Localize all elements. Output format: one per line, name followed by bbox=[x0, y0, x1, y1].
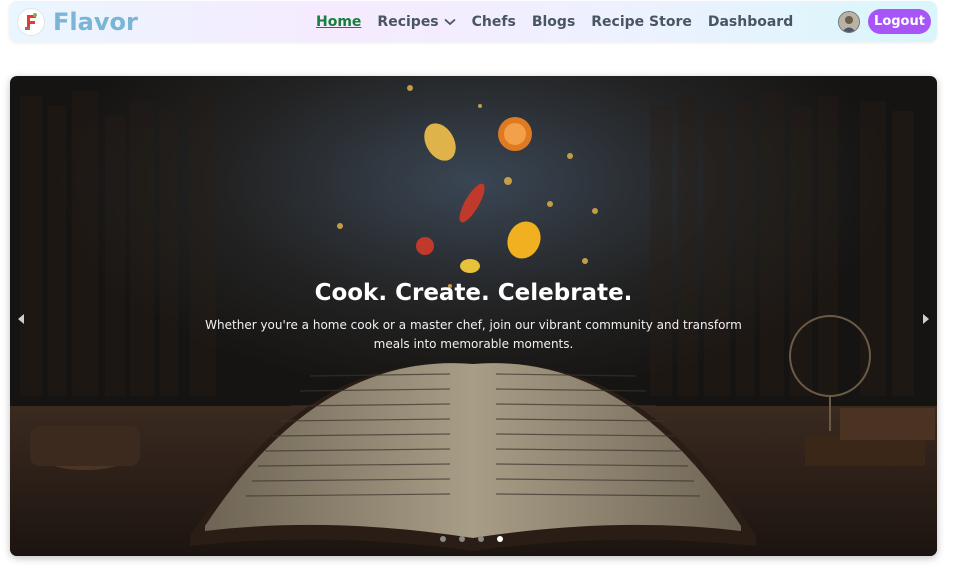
carousel-dot-2[interactable] bbox=[459, 536, 465, 542]
navbar: Flavor Home Recipes Chefs Blogs Recipe S… bbox=[9, 1, 937, 42]
carousel-indicators bbox=[440, 536, 516, 542]
nav-recipe-store-link[interactable]: Recipe Store bbox=[591, 14, 692, 30]
arrow-right-icon[interactable] bbox=[921, 313, 931, 325]
chevron-down-icon bbox=[444, 18, 456, 26]
user-avatar[interactable] bbox=[838, 11, 860, 33]
flavor-logo-icon bbox=[17, 8, 45, 36]
carousel-dot-1[interactable] bbox=[440, 536, 446, 542]
nav-dashboard-label: Dashboard bbox=[707, 14, 794, 30]
nav-home-link[interactable]: Home bbox=[316, 14, 361, 30]
brand[interactable]: Flavor bbox=[17, 5, 138, 39]
logout-button[interactable]: Logout bbox=[868, 9, 931, 34]
nav-recipes-label: Recipes bbox=[377, 14, 439, 30]
hero-carousel: Cook. Create. Celebrate. Whether you're … bbox=[10, 76, 937, 556]
nav-blogs-label: Blogs bbox=[531, 14, 576, 30]
carousel-dot-4[interactable] bbox=[497, 536, 503, 542]
nav-blogs-link[interactable]: Blogs bbox=[532, 14, 575, 30]
hero-subtitle: Whether you're a home cook or a master c… bbox=[205, 318, 742, 351]
nav-recipe-store-label: Recipe Store bbox=[591, 14, 692, 30]
carousel-dot-3[interactable] bbox=[478, 536, 484, 542]
hero-title: Cook. Create. Celebrate. bbox=[314, 280, 633, 306]
nav-dashboard-link[interactable]: Dashboard bbox=[708, 14, 793, 30]
nav-home-label: Home bbox=[316, 14, 362, 30]
nav-recipes-link[interactable]: Recipes bbox=[377, 14, 456, 30]
nav-chefs-label: Chefs bbox=[471, 14, 516, 30]
brand-name: Flavor bbox=[53, 8, 138, 36]
main-nav: Home Recipes Chefs Blogs Recipe Store Da… bbox=[316, 12, 809, 32]
nav-chefs-link[interactable]: Chefs bbox=[472, 14, 516, 30]
arrow-left-icon[interactable] bbox=[16, 313, 26, 325]
